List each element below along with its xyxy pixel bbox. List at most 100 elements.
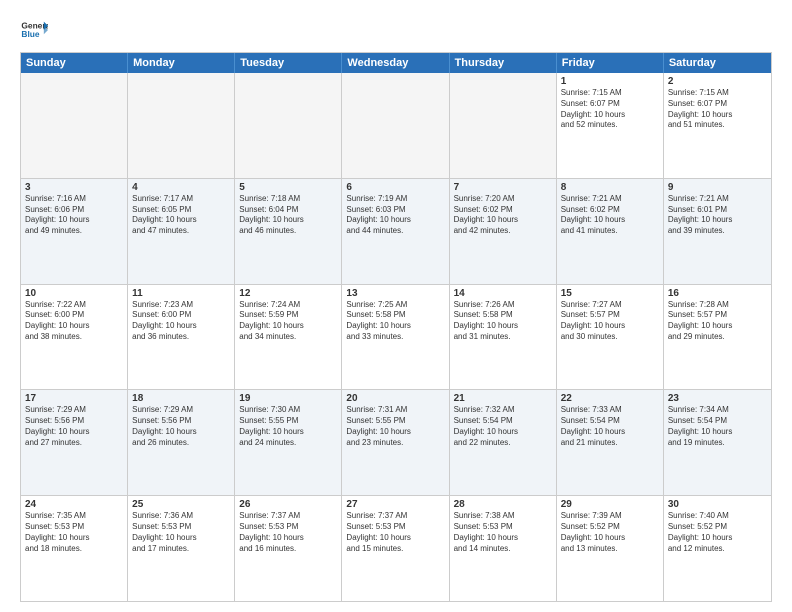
day-number: 12 bbox=[239, 288, 337, 299]
day-info: Sunrise: 7:26 AM Sunset: 5:58 PM Dayligh… bbox=[454, 300, 552, 343]
day-number: 18 bbox=[132, 393, 230, 404]
day-info: Sunrise: 7:15 AM Sunset: 6:07 PM Dayligh… bbox=[561, 88, 659, 131]
day-cell-17: 17Sunrise: 7:29 AM Sunset: 5:56 PM Dayli… bbox=[21, 390, 128, 495]
day-header-friday: Friday bbox=[557, 53, 664, 73]
day-cell-18: 18Sunrise: 7:29 AM Sunset: 5:56 PM Dayli… bbox=[128, 390, 235, 495]
day-info: Sunrise: 7:30 AM Sunset: 5:55 PM Dayligh… bbox=[239, 405, 337, 448]
day-cell-9: 9Sunrise: 7:21 AM Sunset: 6:01 PM Daylig… bbox=[664, 179, 771, 284]
day-cell-6: 6Sunrise: 7:19 AM Sunset: 6:03 PM Daylig… bbox=[342, 179, 449, 284]
day-number: 28 bbox=[454, 499, 552, 510]
day-number: 13 bbox=[346, 288, 444, 299]
day-number: 27 bbox=[346, 499, 444, 510]
day-cell-19: 19Sunrise: 7:30 AM Sunset: 5:55 PM Dayli… bbox=[235, 390, 342, 495]
day-number: 20 bbox=[346, 393, 444, 404]
day-cell-11: 11Sunrise: 7:23 AM Sunset: 6:00 PM Dayli… bbox=[128, 285, 235, 390]
day-number: 11 bbox=[132, 288, 230, 299]
empty-cell bbox=[342, 73, 449, 178]
day-info: Sunrise: 7:34 AM Sunset: 5:54 PM Dayligh… bbox=[668, 405, 767, 448]
day-info: Sunrise: 7:37 AM Sunset: 5:53 PM Dayligh… bbox=[239, 511, 337, 554]
logo-icon: General Blue bbox=[20, 16, 48, 44]
calendar-header: SundayMondayTuesdayWednesdayThursdayFrid… bbox=[21, 53, 771, 73]
day-info: Sunrise: 7:20 AM Sunset: 6:02 PM Dayligh… bbox=[454, 194, 552, 237]
day-info: Sunrise: 7:18 AM Sunset: 6:04 PM Dayligh… bbox=[239, 194, 337, 237]
day-number: 2 bbox=[668, 76, 767, 87]
day-header-thursday: Thursday bbox=[450, 53, 557, 73]
day-number: 7 bbox=[454, 182, 552, 193]
day-cell-25: 25Sunrise: 7:36 AM Sunset: 5:53 PM Dayli… bbox=[128, 496, 235, 601]
day-number: 19 bbox=[239, 393, 337, 404]
day-cell-24: 24Sunrise: 7:35 AM Sunset: 5:53 PM Dayli… bbox=[21, 496, 128, 601]
day-number: 17 bbox=[25, 393, 123, 404]
empty-cell bbox=[128, 73, 235, 178]
calendar-row-3: 10Sunrise: 7:22 AM Sunset: 6:00 PM Dayli… bbox=[21, 284, 771, 390]
day-number: 22 bbox=[561, 393, 659, 404]
day-info: Sunrise: 7:27 AM Sunset: 5:57 PM Dayligh… bbox=[561, 300, 659, 343]
day-number: 21 bbox=[454, 393, 552, 404]
day-info: Sunrise: 7:29 AM Sunset: 5:56 PM Dayligh… bbox=[132, 405, 230, 448]
day-info: Sunrise: 7:16 AM Sunset: 6:06 PM Dayligh… bbox=[25, 194, 123, 237]
empty-cell bbox=[235, 73, 342, 178]
calendar-body: 1Sunrise: 7:15 AM Sunset: 6:07 PM Daylig… bbox=[21, 73, 771, 601]
day-cell-5: 5Sunrise: 7:18 AM Sunset: 6:04 PM Daylig… bbox=[235, 179, 342, 284]
day-info: Sunrise: 7:24 AM Sunset: 5:59 PM Dayligh… bbox=[239, 300, 337, 343]
day-number: 3 bbox=[25, 182, 123, 193]
day-header-sunday: Sunday bbox=[21, 53, 128, 73]
day-number: 1 bbox=[561, 76, 659, 87]
day-number: 23 bbox=[668, 393, 767, 404]
day-info: Sunrise: 7:19 AM Sunset: 6:03 PM Dayligh… bbox=[346, 194, 444, 237]
day-info: Sunrise: 7:35 AM Sunset: 5:53 PM Dayligh… bbox=[25, 511, 123, 554]
day-cell-20: 20Sunrise: 7:31 AM Sunset: 5:55 PM Dayli… bbox=[342, 390, 449, 495]
day-info: Sunrise: 7:25 AM Sunset: 5:58 PM Dayligh… bbox=[346, 300, 444, 343]
logo: General Blue bbox=[20, 16, 48, 44]
day-number: 16 bbox=[668, 288, 767, 299]
page-header: General Blue bbox=[20, 16, 772, 44]
calendar-row-4: 17Sunrise: 7:29 AM Sunset: 5:56 PM Dayli… bbox=[21, 389, 771, 495]
day-header-monday: Monday bbox=[128, 53, 235, 73]
calendar: SundayMondayTuesdayWednesdayThursdayFrid… bbox=[20, 52, 772, 602]
day-number: 26 bbox=[239, 499, 337, 510]
day-cell-8: 8Sunrise: 7:21 AM Sunset: 6:02 PM Daylig… bbox=[557, 179, 664, 284]
calendar-row-5: 24Sunrise: 7:35 AM Sunset: 5:53 PM Dayli… bbox=[21, 495, 771, 601]
day-cell-13: 13Sunrise: 7:25 AM Sunset: 5:58 PM Dayli… bbox=[342, 285, 449, 390]
day-number: 4 bbox=[132, 182, 230, 193]
day-header-saturday: Saturday bbox=[664, 53, 771, 73]
day-number: 6 bbox=[346, 182, 444, 193]
day-info: Sunrise: 7:15 AM Sunset: 6:07 PM Dayligh… bbox=[668, 88, 767, 131]
day-cell-21: 21Sunrise: 7:32 AM Sunset: 5:54 PM Dayli… bbox=[450, 390, 557, 495]
day-number: 29 bbox=[561, 499, 659, 510]
day-number: 9 bbox=[668, 182, 767, 193]
calendar-row-2: 3Sunrise: 7:16 AM Sunset: 6:06 PM Daylig… bbox=[21, 178, 771, 284]
day-number: 15 bbox=[561, 288, 659, 299]
day-cell-27: 27Sunrise: 7:37 AM Sunset: 5:53 PM Dayli… bbox=[342, 496, 449, 601]
day-number: 8 bbox=[561, 182, 659, 193]
day-info: Sunrise: 7:17 AM Sunset: 6:05 PM Dayligh… bbox=[132, 194, 230, 237]
day-cell-15: 15Sunrise: 7:27 AM Sunset: 5:57 PM Dayli… bbox=[557, 285, 664, 390]
day-info: Sunrise: 7:36 AM Sunset: 5:53 PM Dayligh… bbox=[132, 511, 230, 554]
day-cell-26: 26Sunrise: 7:37 AM Sunset: 5:53 PM Dayli… bbox=[235, 496, 342, 601]
day-info: Sunrise: 7:22 AM Sunset: 6:00 PM Dayligh… bbox=[25, 300, 123, 343]
day-cell-29: 29Sunrise: 7:39 AM Sunset: 5:52 PM Dayli… bbox=[557, 496, 664, 601]
day-cell-16: 16Sunrise: 7:28 AM Sunset: 5:57 PM Dayli… bbox=[664, 285, 771, 390]
day-info: Sunrise: 7:28 AM Sunset: 5:57 PM Dayligh… bbox=[668, 300, 767, 343]
svg-text:Blue: Blue bbox=[21, 29, 39, 39]
day-info: Sunrise: 7:37 AM Sunset: 5:53 PM Dayligh… bbox=[346, 511, 444, 554]
day-info: Sunrise: 7:23 AM Sunset: 6:00 PM Dayligh… bbox=[132, 300, 230, 343]
day-cell-10: 10Sunrise: 7:22 AM Sunset: 6:00 PM Dayli… bbox=[21, 285, 128, 390]
day-number: 5 bbox=[239, 182, 337, 193]
day-header-wednesday: Wednesday bbox=[342, 53, 449, 73]
day-cell-30: 30Sunrise: 7:40 AM Sunset: 5:52 PM Dayli… bbox=[664, 496, 771, 601]
day-info: Sunrise: 7:29 AM Sunset: 5:56 PM Dayligh… bbox=[25, 405, 123, 448]
day-cell-14: 14Sunrise: 7:26 AM Sunset: 5:58 PM Dayli… bbox=[450, 285, 557, 390]
day-info: Sunrise: 7:33 AM Sunset: 5:54 PM Dayligh… bbox=[561, 405, 659, 448]
day-number: 14 bbox=[454, 288, 552, 299]
day-info: Sunrise: 7:39 AM Sunset: 5:52 PM Dayligh… bbox=[561, 511, 659, 554]
day-info: Sunrise: 7:32 AM Sunset: 5:54 PM Dayligh… bbox=[454, 405, 552, 448]
empty-cell bbox=[21, 73, 128, 178]
day-info: Sunrise: 7:21 AM Sunset: 6:02 PM Dayligh… bbox=[561, 194, 659, 237]
day-cell-23: 23Sunrise: 7:34 AM Sunset: 5:54 PM Dayli… bbox=[664, 390, 771, 495]
day-number: 25 bbox=[132, 499, 230, 510]
day-header-tuesday: Tuesday bbox=[235, 53, 342, 73]
day-info: Sunrise: 7:31 AM Sunset: 5:55 PM Dayligh… bbox=[346, 405, 444, 448]
day-info: Sunrise: 7:38 AM Sunset: 5:53 PM Dayligh… bbox=[454, 511, 552, 554]
calendar-row-1: 1Sunrise: 7:15 AM Sunset: 6:07 PM Daylig… bbox=[21, 73, 771, 178]
